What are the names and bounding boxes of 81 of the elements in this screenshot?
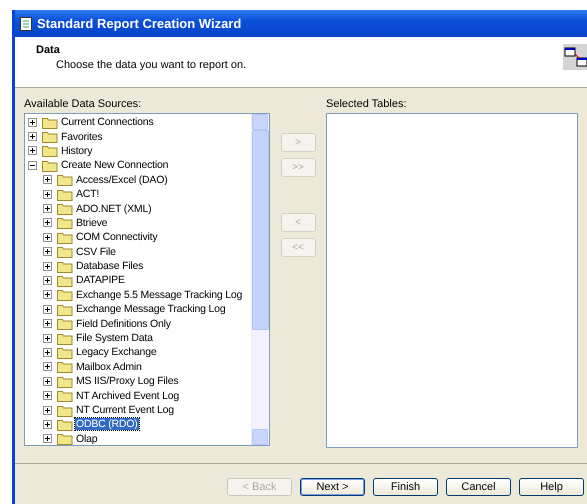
tree-item[interactable]: Mailbox Admin bbox=[75, 360, 143, 373]
tree-item[interactable]: ACT! bbox=[75, 188, 100, 200]
folder-icon bbox=[57, 260, 73, 273]
tree-item[interactable]: MS IIS/Proxy Log Files bbox=[75, 375, 180, 388]
folder-icon bbox=[57, 245, 73, 258]
scrollbar[interactable] bbox=[251, 114, 269, 445]
folder-icon bbox=[57, 302, 73, 316]
folder-icon bbox=[57, 360, 73, 374]
expand-icon[interactable] bbox=[43, 232, 52, 242]
expand-icon[interactable] bbox=[43, 348, 52, 357]
expand-icon[interactable] bbox=[43, 406, 52, 414]
folder-icon bbox=[57, 288, 73, 302]
folder-icon bbox=[57, 188, 73, 201]
expand-icon[interactable] bbox=[43, 434, 52, 444]
tree-item[interactable]: Current Connections bbox=[60, 116, 154, 128]
tree-item[interactable]: Create New Connection bbox=[60, 159, 170, 172]
expand-icon[interactable] bbox=[43, 290, 52, 300]
folder-icon bbox=[57, 173, 73, 186]
expand-icon[interactable] bbox=[43, 175, 52, 184]
expand-icon[interactable] bbox=[43, 334, 52, 343]
expand-icon[interactable] bbox=[28, 132, 37, 142]
wizard-button[interactable]: Next > bbox=[300, 478, 365, 496]
tree-item[interactable]: NT Archived Event Log bbox=[75, 390, 180, 402]
folder-icon bbox=[57, 332, 73, 345]
expand-icon[interactable] bbox=[43, 247, 52, 256]
folder-icon bbox=[57, 202, 73, 216]
folder-icon bbox=[42, 144, 58, 158]
collapse-icon[interactable] bbox=[28, 160, 37, 170]
expand-icon[interactable] bbox=[43, 420, 52, 429]
expand-icon[interactable] bbox=[43, 376, 52, 386]
expand-icon[interactable] bbox=[43, 262, 52, 271]
tree-item[interactable]: Legacy Exchange bbox=[75, 346, 158, 358]
tree-item[interactable]: Btrieve bbox=[75, 216, 108, 229]
expand-icon[interactable] bbox=[28, 146, 37, 156]
folder-icon bbox=[57, 432, 73, 445]
folder-icon bbox=[42, 116, 58, 129]
page-title: Data bbox=[36, 44, 61, 56]
expand-icon[interactable] bbox=[28, 118, 37, 127]
expand-icon[interactable] bbox=[43, 204, 52, 214]
tree-item[interactable]: ODBC (RDO) bbox=[75, 418, 139, 430]
wizard-button[interactable]: Cancel bbox=[446, 478, 511, 496]
document-icon bbox=[20, 16, 32, 30]
tree-item[interactable]: History bbox=[60, 144, 94, 157]
tree-item[interactable]: Exchange Message Tracking Log bbox=[75, 303, 226, 316]
folder-icon bbox=[57, 374, 73, 388]
tree-item[interactable]: DATAPIPE bbox=[75, 274, 126, 286]
tree-item[interactable]: File System Data bbox=[75, 332, 154, 344]
folder-icon bbox=[42, 158, 58, 172]
folder-icon bbox=[57, 418, 73, 431]
available-sources-label: Available Data Sources: bbox=[24, 98, 142, 110]
folder-icon bbox=[57, 404, 73, 416]
expand-icon[interactable] bbox=[43, 276, 52, 285]
expand-icon[interactable] bbox=[43, 190, 52, 199]
folder-icon bbox=[57, 389, 73, 402]
tree-item[interactable]: Favorites bbox=[60, 130, 104, 143]
tree-item[interactable]: Exchange 5.5 Message Tracking Log bbox=[75, 288, 244, 301]
expand-icon[interactable] bbox=[43, 304, 52, 314]
selected-tables-label: Selected Tables: bbox=[326, 98, 408, 110]
expand-icon[interactable] bbox=[43, 362, 52, 372]
tree-item[interactable]: NT Current Event Log bbox=[75, 404, 175, 416]
tree-item[interactable]: COM Connectivity bbox=[75, 231, 158, 244]
expand-icon[interactable] bbox=[43, 391, 52, 400]
tree-item[interactable]: Olap bbox=[75, 432, 98, 445]
folder-icon bbox=[42, 130, 58, 144]
folder-icon bbox=[57, 216, 73, 230]
expand-icon[interactable] bbox=[43, 319, 52, 328]
folder-icon bbox=[57, 346, 73, 359]
window-title: Standard Report Creation Wizard bbox=[37, 16, 242, 31]
tree-item[interactable]: Database Files bbox=[75, 260, 144, 272]
tree-item[interactable]: Access/Excel (DAO) bbox=[75, 174, 168, 186]
data-source-tree[interactable] bbox=[24, 113, 270, 446]
folder-icon bbox=[57, 274, 73, 287]
tree-item[interactable]: Field Definitions Only bbox=[75, 318, 172, 330]
folder-icon bbox=[57, 230, 73, 244]
wizard-button[interactable]: Help bbox=[519, 478, 584, 496]
wizard-button[interactable]: Finish bbox=[373, 478, 438, 496]
tree-item[interactable]: CSV File bbox=[75, 246, 117, 258]
tree-item[interactable]: ADO.NET (XML) bbox=[75, 202, 152, 215]
page-subtitle: Choose the data you want to report on. bbox=[55, 59, 246, 71]
folder-icon bbox=[57, 317, 73, 330]
expand-icon[interactable] bbox=[43, 218, 52, 228]
